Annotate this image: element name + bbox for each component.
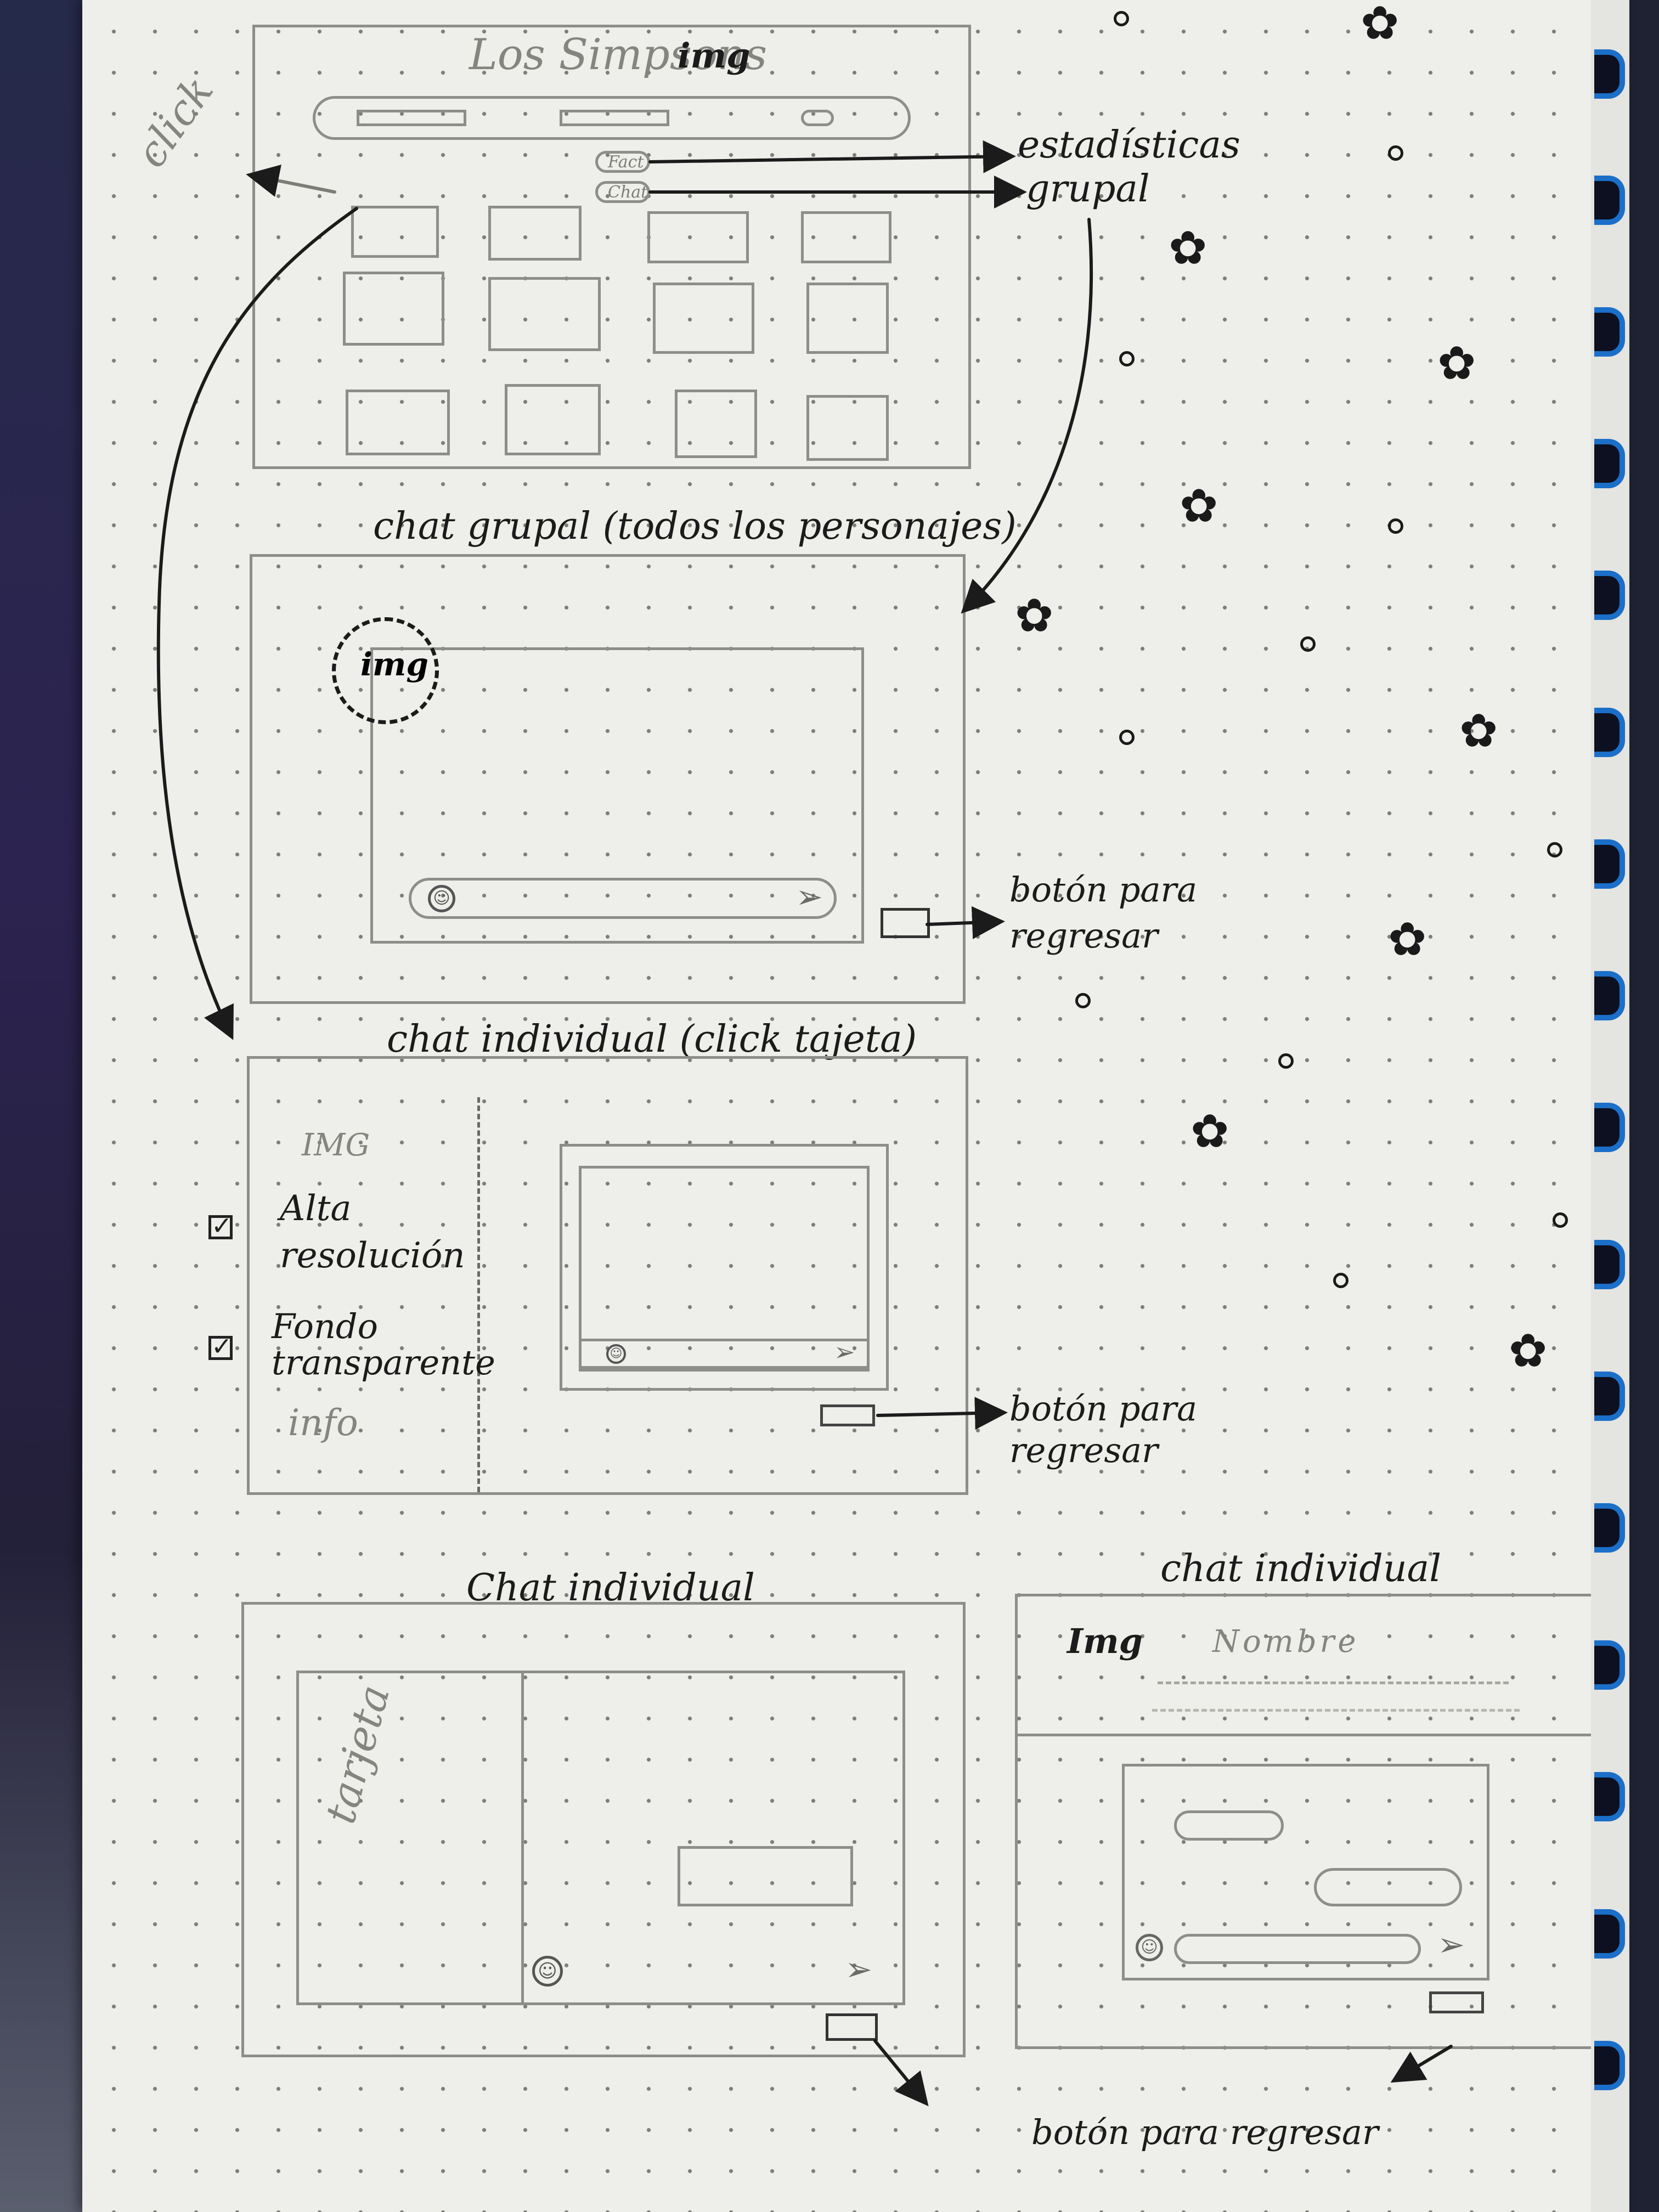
dot-doodle <box>1119 730 1135 745</box>
send-arrow-icon[interactable]: ➢ <box>845 1950 872 1989</box>
received-bubble <box>1174 1810 1284 1841</box>
character-card[interactable] <box>675 390 757 458</box>
dot-doodle <box>1114 11 1129 26</box>
binding-ring <box>1594 571 1625 620</box>
binding-ring <box>1594 839 1625 889</box>
fact-tag[interactable]: Fact <box>595 151 650 173</box>
dot-doodle <box>1278 1053 1294 1069</box>
character-card[interactable] <box>488 206 582 261</box>
binding-ring <box>1594 176 1625 225</box>
card-chat-heading: chat individual (click tajeta) <box>387 1018 917 1061</box>
fact-tag-label: Fact <box>608 153 644 172</box>
binding-ring <box>1594 439 1625 488</box>
card-img-label: IMG <box>302 1127 370 1163</box>
chat-b-name-label: Nombre <box>1212 1624 1359 1660</box>
flower-doodle-icon: ✿ <box>1437 336 1476 390</box>
flower-doodle-icon: ✿ <box>1361 0 1400 50</box>
back-button[interactable] <box>820 1404 875 1426</box>
nav-slot-1[interactable] <box>357 110 466 126</box>
send-arrow-icon[interactable]: ➢ <box>1437 1926 1465 1964</box>
flower-doodle-icon: ✿ <box>1015 589 1054 642</box>
dot-doodle <box>1553 1212 1568 1228</box>
dot-doodle <box>1300 636 1316 652</box>
flower-doodle-icon: ✿ <box>1180 479 1218 533</box>
avatar: img <box>332 617 439 724</box>
dot-doodle <box>1075 993 1091 1008</box>
flower-doodle-icon: ✿ <box>1509 1324 1548 1378</box>
chat-b-subtitle-line <box>1158 1681 1509 1684</box>
main-screen-title-img: img <box>678 36 751 76</box>
binding-ring <box>1594 1372 1625 1421</box>
dot-doodle <box>1547 842 1562 857</box>
binding-ring <box>1594 49 1625 99</box>
flower-doodle-icon: ✿ <box>1459 704 1498 758</box>
chat-b-input[interactable] <box>1174 1934 1421 1964</box>
smiley-icon[interactable]: ☺ <box>428 885 455 912</box>
card-back-label: botón para regresar <box>1009 1389 1198 1470</box>
binding-ring <box>1594 307 1625 357</box>
dot-doodle <box>1119 351 1135 366</box>
chat-tag[interactable]: Chat <box>595 181 650 203</box>
binding-ring <box>1594 2041 1625 2090</box>
group-back-label: botón para regresar <box>1009 870 1198 956</box>
spiral-binding <box>1591 0 1629 2212</box>
send-arrow-icon[interactable]: ➢ <box>834 1337 855 1367</box>
click-annotation: click <box>126 67 223 177</box>
binding-ring <box>1594 971 1625 1020</box>
sent-bubble <box>1314 1868 1462 1906</box>
transparent-bg-label: Fondo transparente <box>272 1306 495 1383</box>
flower-doodle-icon: ✿ <box>1388 912 1427 966</box>
binding-ring <box>1594 1772 1625 1821</box>
divider <box>477 1097 480 1492</box>
search-icon[interactable] <box>801 110 834 126</box>
back-button[interactable] <box>826 2013 878 2041</box>
dot-doodle <box>1333 1273 1348 1288</box>
back-button[interactable] <box>881 908 930 938</box>
footer-back-label: botón para regresar <box>1031 2112 1379 2152</box>
character-card[interactable] <box>488 277 601 351</box>
dot-doodle <box>1388 145 1403 161</box>
flower-doodle-icon: ✿ <box>1169 221 1207 275</box>
flower-doodle-icon: ✿ <box>1190 1104 1229 1158</box>
transparent-bg-checkbox[interactable]: ✓ <box>208 1334 233 1360</box>
binding-ring <box>1594 1909 1625 1959</box>
character-card[interactable] <box>343 272 444 346</box>
smiley-icon[interactable]: ☺ <box>532 1956 563 1987</box>
estadisticas-label: estadísticas <box>1018 123 1240 167</box>
message-bubble <box>678 1846 853 1906</box>
grupal-label: grupal <box>1026 167 1150 211</box>
character-card[interactable] <box>505 384 601 455</box>
chat-b-subtitle-line <box>1152 1709 1520 1712</box>
high-res-label: Alta resolución <box>280 1188 465 1276</box>
chat-b-heading: chat individual <box>1160 1547 1441 1590</box>
back-button[interactable] <box>1429 1991 1484 2013</box>
info-label: info <box>288 1402 358 1444</box>
high-res-checkbox[interactable]: ✓ <box>208 1213 233 1239</box>
character-card[interactable] <box>647 211 749 263</box>
character-card[interactable] <box>801 211 891 263</box>
character-card[interactable] <box>346 390 450 455</box>
binding-ring <box>1594 1503 1625 1553</box>
smiley-icon[interactable]: ☺ <box>1136 1934 1163 1961</box>
character-card[interactable] <box>653 283 754 354</box>
binding-ring <box>1594 1640 1625 1690</box>
group-chat-heading: chat grupal (todos los personajes) <box>373 505 1017 548</box>
avatar-label: img <box>360 646 428 683</box>
smiley-icon[interactable]: ☺ <box>606 1344 626 1364</box>
nav-slot-2[interactable] <box>560 110 669 126</box>
dot-doodle <box>1388 518 1403 534</box>
send-arrow-icon[interactable]: ➢ <box>795 878 823 916</box>
binding-ring <box>1594 1240 1625 1289</box>
binding-ring <box>1594 1103 1625 1152</box>
chat-tag-label: Chat <box>608 183 648 202</box>
sketch-paper: Los Simpsons img Fact Chat estadísticas … <box>82 0 1629 2212</box>
chat-b-img-label: Img <box>1067 1621 1143 1661</box>
character-card[interactable] <box>806 283 889 354</box>
message-input[interactable] <box>409 878 837 919</box>
chat-b-header-divider <box>1015 1734 1599 1736</box>
chat-a-divider <box>521 1671 524 2005</box>
character-card[interactable] <box>351 206 439 258</box>
character-card[interactable] <box>806 395 889 461</box>
binding-ring <box>1594 708 1625 757</box>
